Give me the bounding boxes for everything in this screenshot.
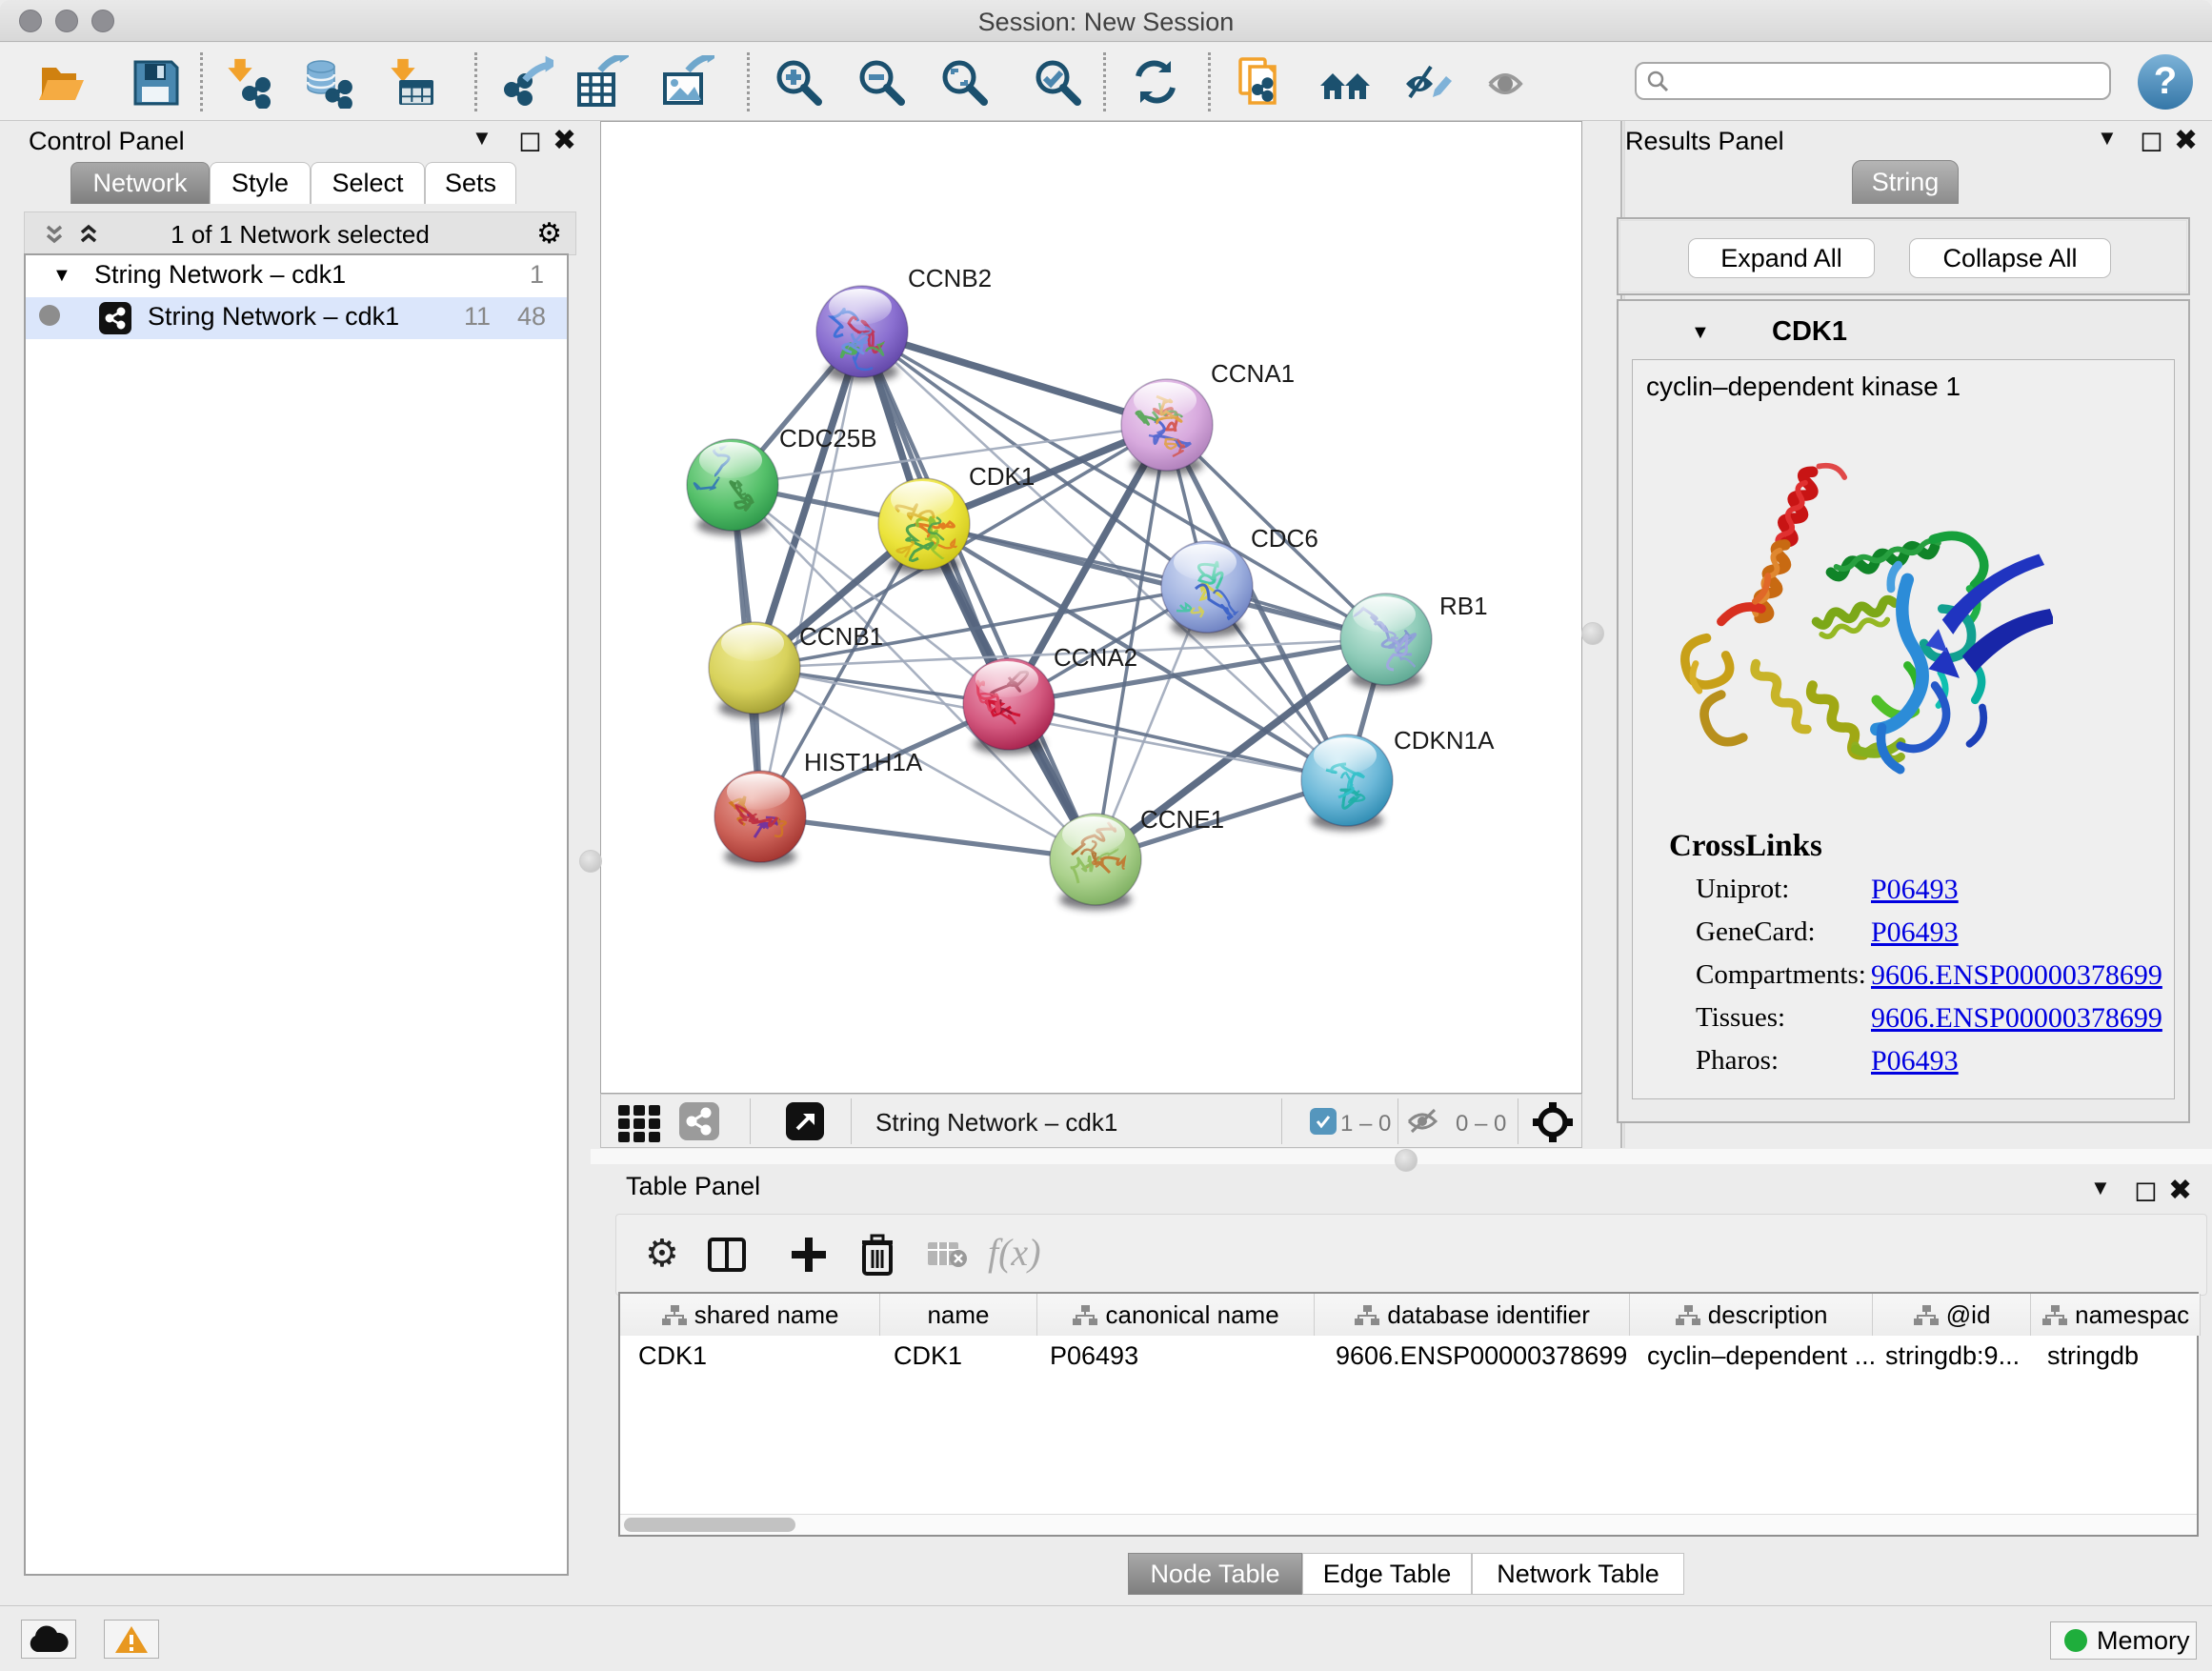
svg-text:CCNE1: CCNE1 bbox=[1140, 805, 1224, 834]
svg-text:CDC6: CDC6 bbox=[1251, 524, 1318, 553]
svg-text:CDK1: CDK1 bbox=[969, 462, 1035, 491]
svg-text:CCNA1: CCNA1 bbox=[1211, 359, 1295, 388]
svg-text:CCNB1: CCNB1 bbox=[799, 622, 883, 651]
svg-text:CCNA2: CCNA2 bbox=[1054, 643, 1137, 672]
svg-text:HIST1H1A: HIST1H1A bbox=[804, 748, 923, 776]
svg-text:RB1: RB1 bbox=[1439, 592, 1488, 620]
svg-text:CCNB2: CCNB2 bbox=[908, 264, 992, 292]
svg-text:CDKN1A: CDKN1A bbox=[1394, 726, 1495, 755]
svg-text:CDC25B: CDC25B bbox=[779, 424, 877, 453]
